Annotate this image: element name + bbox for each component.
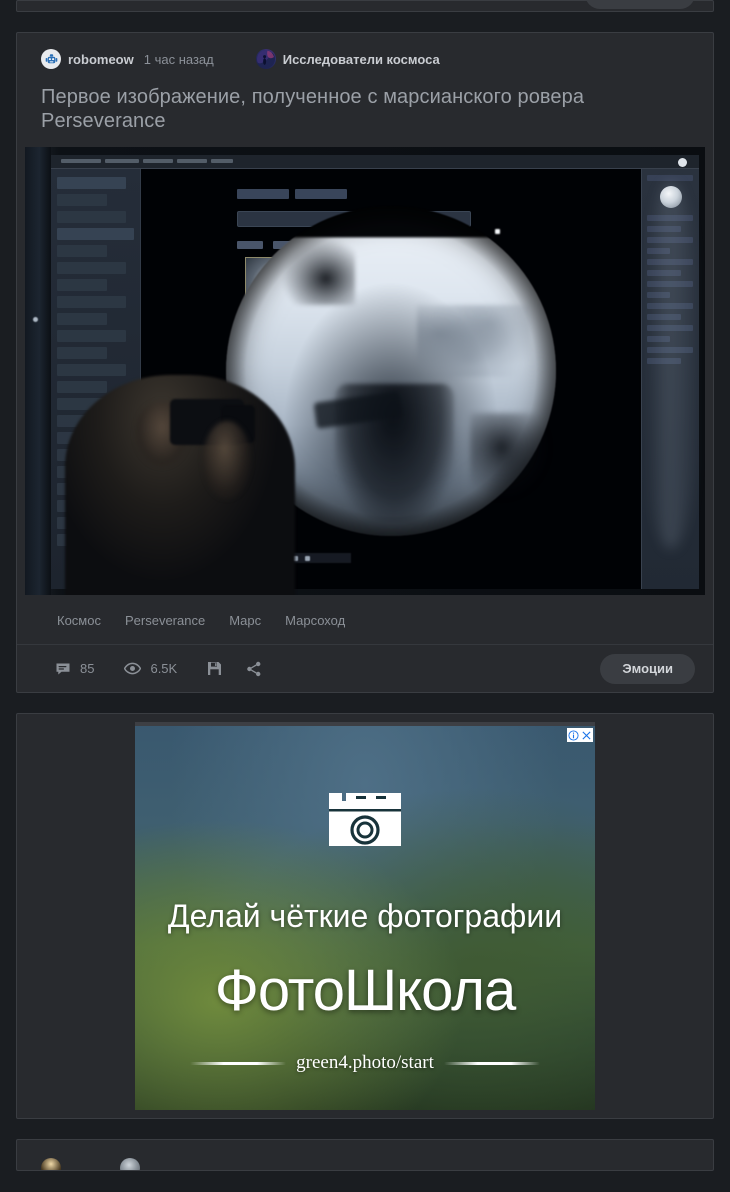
post-tag[interactable]: Космос — [57, 613, 101, 628]
post-header: robomeow 1 час назад Исследователи космо… — [17, 33, 713, 73]
post-image[interactable] — [25, 147, 705, 595]
next-post-community-avatar[interactable] — [120, 1158, 140, 1170]
feed-spacer — [0, 12, 730, 32]
share-icon — [246, 661, 262, 677]
ad-headline: Делай чёткие фотографии — [167, 898, 563, 934]
adchoices-controls[interactable] — [567, 728, 593, 742]
camera-icon — [326, 784, 404, 855]
save-floppy-icon — [207, 661, 222, 676]
save-button[interactable] — [207, 661, 222, 676]
viewer-menu-items — [61, 159, 233, 163]
viewer-tabs — [237, 189, 347, 199]
next-post-card-partial[interactable] — [16, 1139, 714, 1171]
previous-post-card-partial[interactable] — [16, 0, 714, 12]
share-button[interactable] — [246, 661, 262, 677]
post-tag[interactable]: Марс — [229, 613, 261, 628]
viewer-menubar — [51, 155, 699, 169]
info-icon[interactable] — [568, 729, 579, 741]
views-counter: 6.5K — [124, 661, 177, 676]
viewer-account-icon — [678, 158, 687, 167]
next-post-author-avatar[interactable] — [41, 1158, 61, 1170]
post-tag[interactable]: Perseverance — [125, 613, 205, 628]
ad-url-row: green4.photo/start — [135, 1052, 595, 1074]
views-count: 6.5K — [150, 661, 178, 676]
ad-banner[interactable]: Делай чёткие фотографии ФотоШкола green4… — [135, 722, 595, 1110]
comment-icon — [55, 661, 71, 677]
post-tags: Космос Perseverance Марс Марсоход — [17, 595, 713, 644]
ad-url[interactable]: green4.photo/start — [296, 1052, 434, 1074]
advertisement-card[interactable]: Делай чёткие фотографии ФотоШкола green4… — [16, 713, 714, 1119]
post-action-bar: 85 6.5K Эмоции — [17, 644, 713, 692]
feed-spacer — [0, 693, 730, 713]
post-title[interactable]: Первое изображение, полученное с марсиан… — [17, 73, 713, 147]
post-timestamp: 1 час назад — [143, 51, 214, 67]
robot-avatar-icon[interactable] — [41, 49, 61, 69]
ad-top-strip — [135, 722, 595, 726]
post-community-name[interactable]: Исследователи космоса — [283, 52, 440, 67]
comments-button[interactable]: 85 — [55, 661, 94, 677]
previous-post-emotions-button[interactable] — [585, 1, 695, 9]
eye-icon — [124, 662, 142, 675]
comments-count: 85 — [80, 661, 95, 676]
space-community-avatar-icon[interactable] — [255, 49, 276, 69]
next-post-header — [17, 1140, 713, 1170]
emotions-button[interactable]: Эмоции — [600, 653, 695, 684]
post-tag[interactable]: Марсоход — [285, 613, 345, 628]
post-feed: robomeow 1 час назад Исследователи космо… — [0, 0, 730, 1171]
monitor-led-icon — [33, 317, 38, 323]
ad-dash-right — [443, 1061, 540, 1065]
ad-brand: ФотоШкола — [214, 958, 517, 1023]
screen-glare — [647, 181, 695, 549]
post-author-name[interactable]: robomeow — [68, 52, 134, 67]
post-card: robomeow 1 час назад Исследователи космо… — [16, 32, 714, 693]
photographer-right-hand — [203, 421, 251, 499]
feed-spacer — [0, 1119, 730, 1139]
ad-dash-left — [190, 1061, 287, 1065]
close-icon[interactable] — [581, 730, 592, 741]
screen-left-edge — [25, 147, 51, 595]
